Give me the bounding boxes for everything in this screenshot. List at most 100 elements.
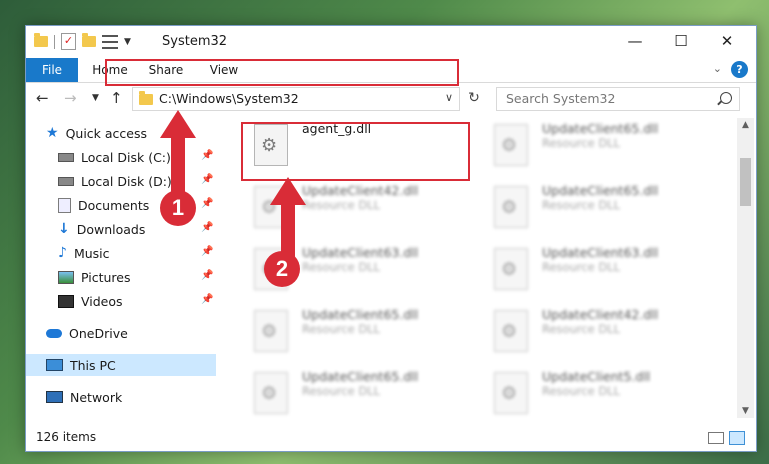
gear-icon: ⚙: [261, 321, 278, 342]
folder-icon[interactable]: [34, 33, 48, 47]
file-name: UpdateClient63.dll: [542, 245, 659, 260]
sidebar-item-videos[interactable]: Videos: [58, 290, 123, 312]
search-icon[interactable]: [720, 92, 732, 104]
dll-file-icon: ⚙: [494, 310, 528, 352]
sidebar-item-music[interactable]: ♪ Music: [58, 242, 110, 264]
sidebar-item-label: Documents: [78, 197, 150, 213]
star-icon: ★: [46, 125, 59, 141]
gear-icon: ⚙: [501, 321, 518, 342]
qat-dropdown-icon[interactable]: ▼: [124, 37, 131, 47]
details-view-icon[interactable]: [708, 432, 724, 444]
document-icon: [58, 197, 71, 213]
file-highlight: [241, 122, 470, 181]
file-type: Resource DLL: [302, 198, 381, 212]
file-item[interactable]: ⚙ UpdateClient5.dll Resource DLL: [484, 366, 714, 420]
sidebar-item-label: Music: [73, 245, 110, 261]
file-item[interactable]: ⚙ UpdateClient65.dll Resource DLL: [484, 118, 714, 172]
title-bar: ✓ ▼ System32 — ☐ ✕: [26, 26, 756, 58]
maximize-button[interactable]: ☐: [658, 26, 704, 56]
address-bar[interactable]: C:\Windows\System32 ∨: [132, 87, 460, 111]
sidebar-item-label: Videos: [81, 293, 123, 309]
file-name: UpdateClient5.dll: [542, 369, 651, 384]
gear-icon: ⚙: [501, 135, 518, 156]
dll-file-icon: ⚙: [494, 372, 528, 414]
pin-icon[interactable]: 📌: [201, 270, 213, 281]
large-icons-view-icon[interactable]: [729, 431, 745, 445]
dll-file-icon: ⚙: [494, 248, 528, 290]
download-icon: ↓: [58, 221, 70, 237]
disk-icon: [58, 176, 74, 186]
sidebar-item-downloads[interactable]: ↓ Downloads: [58, 218, 145, 240]
scroll-up-icon[interactable]: ▲: [737, 120, 754, 130]
pin-icon[interactable]: 📌: [201, 150, 213, 161]
address-path[interactable]: C:\Windows\System32: [159, 91, 299, 106]
sidebar-item-label: Network: [70, 389, 123, 405]
file-type: Resource DLL: [542, 136, 621, 150]
sidebar-item-local-disk-c[interactable]: Local Disk (C:): [58, 146, 171, 168]
file-item[interactable]: ⚙ UpdateClient63.dll Resource DLL: [484, 242, 714, 296]
pin-icon[interactable]: 📌: [201, 222, 213, 233]
new-folder-icon[interactable]: [82, 33, 96, 47]
help-icon[interactable]: ?: [731, 61, 748, 78]
cloud-icon: [46, 328, 62, 338]
file-item[interactable]: ⚙ UpdateClient42.dll Resource DLL: [484, 304, 714, 358]
vertical-scrollbar[interactable]: ▲ ▼: [737, 118, 754, 418]
up-button[interactable]: ↑: [110, 89, 123, 107]
file-item[interactable]: ⚙ UpdateClient65.dll Resource DLL: [244, 304, 474, 358]
separator: [54, 34, 55, 49]
gear-icon: ⚙: [501, 259, 518, 280]
file-type: Resource DLL: [542, 260, 621, 274]
scroll-down-icon[interactable]: ▼: [737, 406, 754, 416]
back-button[interactable]: ←: [36, 89, 49, 107]
sidebar-item-documents[interactable]: Documents: [58, 194, 149, 216]
quick-access-toolbar: ✓ ▼: [34, 33, 131, 50]
file-type: Resource DLL: [542, 322, 621, 336]
sidebar-item-local-disk-d[interactable]: Local Disk (D:): [58, 170, 172, 192]
sidebar-item-label: Quick access: [65, 125, 148, 141]
sidebar-item-label: This PC: [70, 357, 116, 373]
file-name: UpdateClient65.dll: [542, 121, 659, 136]
pictures-icon: [58, 270, 74, 284]
file-name: UpdateClient42.dll: [302, 183, 419, 198]
videos-icon: [58, 294, 74, 308]
recent-locations-icon[interactable]: ▼: [92, 93, 99, 103]
file-type: Resource DLL: [542, 198, 621, 212]
sidebar-item-pictures[interactable]: Pictures: [58, 266, 131, 288]
file-item[interactable]: ⚙ UpdateClient65.dll Resource DLL: [244, 366, 474, 420]
expand-ribbon-icon[interactable]: ⌄: [713, 62, 722, 75]
sidebar-item-network[interactable]: Network: [46, 386, 122, 408]
tab-file[interactable]: File: [26, 58, 78, 82]
refresh-button[interactable]: ↻: [463, 87, 485, 109]
scroll-thumb[interactable]: [740, 158, 751, 206]
dll-file-icon: ⚙: [254, 372, 288, 414]
pin-icon[interactable]: 📌: [201, 198, 213, 209]
dll-file-icon: ⚙: [494, 186, 528, 228]
music-icon: ♪: [58, 245, 67, 261]
file-type: Resource DLL: [302, 322, 381, 336]
file-type: Resource DLL: [302, 384, 381, 398]
minimize-button[interactable]: —: [612, 26, 658, 56]
pin-icon[interactable]: 📌: [201, 246, 213, 257]
sidebar-item-onedrive[interactable]: OneDrive: [46, 322, 128, 344]
file-item[interactable]: ⚙ UpdateClient65.dll Resource DLL: [484, 180, 714, 234]
folder-icon: [139, 91, 153, 105]
dll-file-icon: ⚙: [494, 124, 528, 166]
sidebar-item-label: OneDrive: [69, 325, 128, 341]
sidebar-item-this-pc[interactable]: This PC: [26, 354, 216, 376]
sidebar-item-quick-access[interactable]: ★ Quick access: [46, 122, 147, 144]
search-input[interactable]: Search System32: [506, 91, 615, 106]
gear-icon: ⚙: [501, 197, 518, 218]
pin-icon[interactable]: 📌: [201, 294, 213, 305]
chevron-down-icon[interactable]: ∨: [445, 91, 453, 104]
properties-check-icon[interactable]: ✓: [61, 33, 76, 50]
forward-button[interactable]: →: [64, 89, 77, 107]
arrow-up-icon: [160, 110, 196, 200]
close-button[interactable]: ✕: [704, 26, 750, 56]
pin-icon[interactable]: 📌: [201, 174, 213, 185]
step-marker-1: 1: [160, 190, 196, 226]
file-name: UpdateClient63.dll: [302, 245, 419, 260]
search-box[interactable]: Search System32: [496, 87, 740, 111]
computer-icon: [46, 359, 63, 371]
file-explorer-window: ✓ ▼ System32 — ☐ ✕ File Home Share View …: [25, 25, 757, 452]
customize-list-icon[interactable]: [102, 34, 118, 49]
